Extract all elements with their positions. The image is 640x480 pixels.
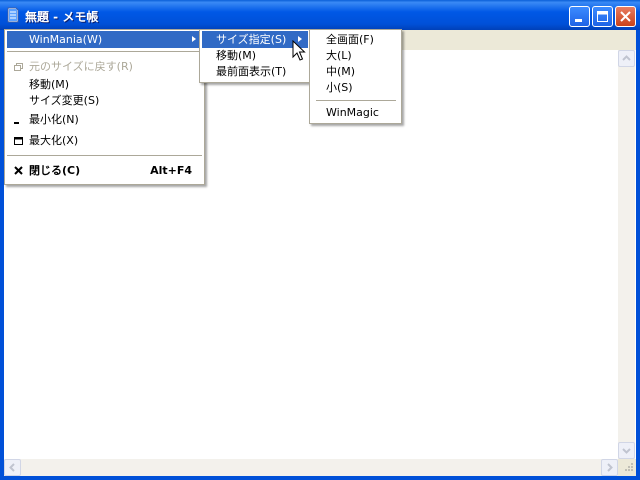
scroll-right-button[interactable] xyxy=(601,459,618,476)
menu-separator xyxy=(316,100,396,101)
window-border-right[interactable] xyxy=(636,30,640,480)
menu-item-label: 移動(M) xyxy=(216,49,257,62)
menu-item-label: 大(L) xyxy=(326,49,352,62)
menu-item-always-on-top[interactable]: 最前面表示(T) xyxy=(202,63,308,80)
menu-item-label: 移動(M) xyxy=(29,78,70,91)
window-border-bottom[interactable] xyxy=(0,476,640,480)
menu-item-small[interactable]: 小(S) xyxy=(312,79,399,96)
menu-item-close[interactable]: 閉じる(C) Alt+F4 xyxy=(7,162,202,179)
size-grip[interactable] xyxy=(618,459,636,476)
mouse-pointer-icon xyxy=(292,40,306,61)
maximize-glyph-icon xyxy=(597,11,608,22)
size-grip-icon xyxy=(625,463,633,471)
menu-item-label: サイズ指定(S) xyxy=(216,33,287,46)
menu-item-label: 小(S) xyxy=(326,81,353,94)
menu-item-label: 閉じる(C) xyxy=(29,164,81,177)
submenu-arrow-icon xyxy=(192,36,196,42)
menu-item-label: 最前面表示(T) xyxy=(216,65,287,78)
scroll-left-button[interactable] xyxy=(4,459,21,476)
menu-item-label: 最大化(X) xyxy=(29,134,79,147)
menu-item-label: サイズ変更(S) xyxy=(29,94,100,107)
minimize-button[interactable] xyxy=(569,6,590,27)
menu-item-label: WinMagic xyxy=(326,106,379,119)
title-bar[interactable]: 無題 - メモ帳 xyxy=(0,0,640,30)
minimize-glyph-icon xyxy=(575,19,582,22)
menu-item-accelerator: Alt+F4 xyxy=(150,164,192,177)
menu-item-minimize[interactable]: 最小化(N) xyxy=(7,111,202,128)
close-button[interactable] xyxy=(615,6,636,27)
menu-item-winmania[interactable]: WinMania(W) xyxy=(7,31,202,48)
maximize-icon xyxy=(14,137,23,145)
scroll-up-button[interactable] xyxy=(618,50,635,67)
window-title: 無題 - メモ帳 xyxy=(25,10,99,24)
arrow-right-icon xyxy=(607,463,613,472)
menu-item-fullscreen[interactable]: 全画面(F) xyxy=(312,31,399,48)
menu-item-label: 最小化(N) xyxy=(29,113,79,126)
maximize-button[interactable] xyxy=(592,6,613,27)
menu-item-maximize[interactable]: 最大化(X) xyxy=(7,132,202,149)
menu-item-restore[interactable]: 元のサイズに戻す(R) xyxy=(7,58,202,75)
close-icon xyxy=(14,166,23,175)
size-submenu: 全画面(F) 大(L) 中(M) 小(S) WinMagic xyxy=(309,29,402,124)
arrow-up-icon xyxy=(622,55,631,61)
horizontal-scrollbar[interactable] xyxy=(4,459,618,476)
menu-item-label: 全画面(F) xyxy=(326,33,374,46)
close-glyph-icon xyxy=(620,11,631,22)
menu-item-label: 元のサイズに戻す(R) xyxy=(29,60,133,73)
menu-item-move[interactable]: 移動(M) xyxy=(7,76,202,93)
menu-item-label: WinMania(W) xyxy=(29,33,103,46)
scroll-down-button[interactable] xyxy=(618,442,635,459)
menu-separator xyxy=(7,155,202,156)
arrow-down-icon xyxy=(622,448,631,454)
restore-icon xyxy=(14,63,23,71)
arrow-left-icon xyxy=(9,463,15,472)
system-menu: WinMania(W) 元のサイズに戻す(R) 移動(M) サイズ変更(S) 最… xyxy=(4,29,205,185)
menu-item-resize[interactable]: サイズ変更(S) xyxy=(7,92,202,109)
menu-item-medium[interactable]: 中(M) xyxy=(312,63,399,80)
menu-item-large[interactable]: 大(L) xyxy=(312,47,399,64)
menu-separator xyxy=(7,51,202,52)
menu-item-label: 中(M) xyxy=(326,65,356,78)
notepad-icon[interactable] xyxy=(6,7,19,23)
menu-item-winmagic[interactable]: WinMagic xyxy=(312,104,399,121)
minimize-icon xyxy=(14,122,19,124)
vertical-scrollbar[interactable] xyxy=(618,50,635,459)
